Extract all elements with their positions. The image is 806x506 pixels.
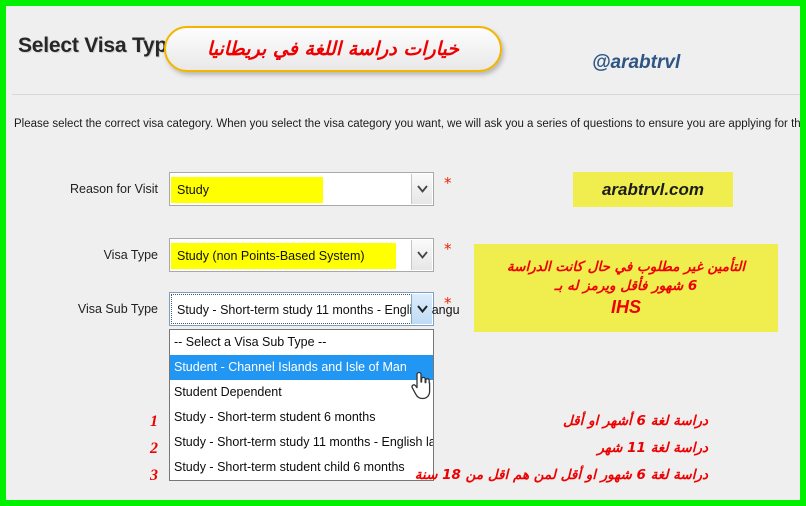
form-row-reason-for-visit: Reason for Visit Study *: [6, 172, 466, 206]
header-divider: [12, 94, 800, 95]
annotation-option-6-months: دراسة لغة 6 أشهر او أقل: [562, 413, 708, 429]
site-badge: arabtrvl.com: [573, 172, 733, 207]
info-line-1: التأمين غير مطلوب في حال كانت الدراسة: [506, 258, 746, 275]
option-item[interactable]: Student Dependent: [170, 380, 433, 405]
info-line-2: 6 شهور فأقل ويرمز له بـ: [554, 277, 698, 294]
social-handle: @arabtrvl: [592, 52, 681, 73]
option-item[interactable]: -- Select a Visa Sub Type --: [170, 330, 433, 355]
label-visa-type: Visa Type: [103, 248, 158, 262]
form-row-visa-type: Visa Type Study (non Points-Based System…: [6, 238, 466, 272]
chevron-down-icon[interactable]: [411, 240, 432, 270]
chevron-down-icon[interactable]: [411, 294, 432, 324]
annotation-option-child-6-months: دراسة لغة 6 شهور او أقل لمن هم اقل من 18…: [414, 467, 708, 483]
required-asterisk-visa-sub-type: *: [444, 294, 452, 312]
insurance-info-box: التأمين غير مطلوب في حال كانت الدراسة 6 …: [474, 244, 778, 332]
required-asterisk-visa-type: *: [444, 240, 452, 258]
label-visa-sub-type: Visa Sub Type: [77, 302, 158, 316]
option-item[interactable]: Study - Short-term student child 6 month…: [170, 455, 433, 480]
marker-number-1: 1: [150, 413, 158, 430]
chevron-down-icon[interactable]: [411, 174, 432, 204]
label-reason-for-visit: Reason for Visit: [69, 182, 158, 196]
intro-instructions: Please select the correct visa category.…: [14, 118, 806, 130]
page-header: Select Visa Type خيارات دراسة اللغة في ب…: [12, 12, 800, 94]
page-title: Select Visa Type: [18, 34, 179, 57]
arabic-title-pill: خيارات دراسة اللغة في بريطانيا: [164, 26, 502, 72]
option-item-selected[interactable]: Student - Channel Islands and Isle of Ma…: [170, 355, 433, 380]
marker-number-3: 3: [150, 467, 158, 484]
form-row-visa-sub-type: Visa Sub Type Study - Short-term study 1…: [6, 292, 466, 326]
info-line-ihs: IHS: [611, 296, 642, 317]
select-visa-type[interactable]: Study (non Points-Based System): [169, 238, 434, 272]
arabic-title-text: خيارات دراسة اللغة في بريطانيا: [207, 38, 459, 60]
required-asterisk-reason: *: [444, 174, 452, 192]
select-reason-for-visit[interactable]: Study: [169, 172, 434, 206]
option-item[interactable]: Study - Short-term study 11 months - Eng…: [170, 430, 433, 455]
option-item[interactable]: Study - Short-term student 6 months: [170, 405, 433, 430]
select-value-reason-for-visit: Study: [177, 183, 209, 197]
visa-sub-type-option-list[interactable]: -- Select a Visa Sub Type -- Student - C…: [169, 329, 434, 481]
marker-number-2: 2: [150, 440, 158, 457]
select-value-visa-type: Study (non Points-Based System): [177, 249, 365, 263]
select-visa-sub-type[interactable]: Study - Short-term study 11 months - Eng…: [169, 292, 460, 326]
screenshot-frame: Select Visa Type خيارات دراسة اللغة في ب…: [0, 0, 806, 506]
annotation-option-11-months: دراسة لغة 11 شهر: [597, 440, 708, 456]
